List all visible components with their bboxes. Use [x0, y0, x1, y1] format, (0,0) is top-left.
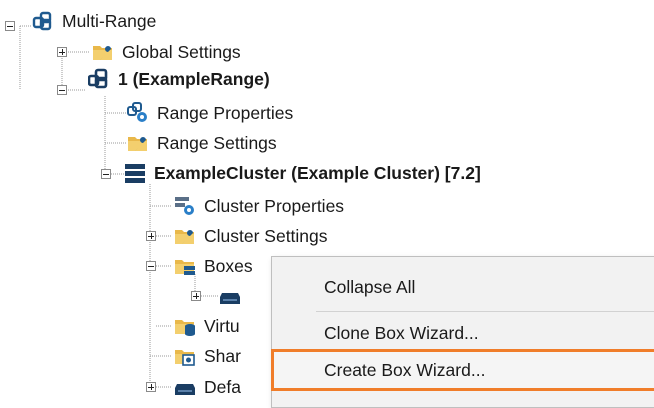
box-server-icon [175, 384, 195, 395]
expand-global-settings-button[interactable] [57, 47, 67, 57]
folder-wrench-icon [175, 230, 194, 244]
menu-item-label: Clone Box Wizard... [324, 323, 479, 343]
tree-node-cluster[interactable]: ExampleCluster (Example Cluster) [7.2] [124, 160, 481, 186]
tree-node-label: Virtu [204, 316, 240, 336]
multi-range-icon [32, 11, 52, 31]
tree-node-label: Cluster Settings [204, 226, 328, 246]
range-icon [88, 68, 108, 89]
folder-server-icon [175, 260, 195, 275]
tree-node-virtual[interactable]: Virtu [174, 313, 240, 339]
tree-node-cluster-settings[interactable]: Cluster Settings [174, 223, 328, 249]
folder-database-icon [175, 320, 195, 336]
tree-node-label: 1 (ExampleRange) [118, 69, 270, 89]
tree-node-label: Range Settings [157, 133, 277, 153]
collapse-range-button[interactable] [57, 85, 67, 95]
tree-node-shared[interactable]: Shar [174, 343, 241, 369]
expand-default-button[interactable] [146, 382, 156, 392]
menu-item-label: Collapse All [324, 277, 416, 297]
tree-node-label: ExampleCluster (Example Cluster) [7.2] [154, 163, 481, 183]
tree-node-boxes[interactable]: Boxes [174, 253, 253, 279]
tree-node-multi-range[interactable]: Multi-Range [32, 8, 156, 34]
expand-box-button[interactable] [191, 291, 201, 301]
server-stack-icon [125, 164, 145, 183]
collapse-cluster-button[interactable] [101, 169, 111, 179]
tree-node-cluster-properties[interactable]: Cluster Properties [174, 193, 344, 219]
tree-node-label: Shar [204, 346, 241, 366]
cluster-properties-icon [175, 197, 194, 215]
range-properties-icon [127, 102, 147, 122]
tree-node-label: Cluster Properties [204, 196, 345, 216]
tree-node-range-settings[interactable]: Range Settings [127, 130, 277, 156]
box-server-icon [220, 293, 240, 304]
menu-item-create-box-wizard[interactable]: Create Box Wizard... [271, 349, 654, 391]
tree-node-label: Defa [204, 377, 241, 397]
collapse-root-button[interactable] [5, 21, 15, 31]
folder-settings-icon [175, 350, 195, 366]
menu-item-collapse-all[interactable]: Collapse All [272, 267, 654, 307]
tree-node-label: Multi-Range [62, 11, 157, 31]
tree-node-range[interactable]: 1 (ExampleRange) [88, 66, 270, 92]
folder-wrench-icon [93, 46, 112, 60]
tree-node-global-settings[interactable]: Global Settings [92, 39, 241, 65]
tree-node-default[interactable]: Defa [174, 374, 241, 400]
tree-node-range-properties[interactable]: Range Properties [127, 100, 293, 126]
collapse-boxes-button[interactable] [146, 261, 156, 271]
menu-separator [316, 311, 654, 312]
menu-item-clone-box-wizard[interactable]: Clone Box Wizard... [272, 313, 654, 353]
tree-node-box[interactable] [219, 283, 249, 309]
menu-item-label: Create Box Wizard... [324, 360, 486, 380]
folder-wrench-icon [128, 137, 147, 151]
context-menu: Collapse All Clone Box Wizard... Create … [271, 256, 654, 408]
expand-cluster-settings-button[interactable] [146, 231, 156, 241]
tree-node-label: Boxes [204, 256, 253, 276]
tree-node-label: Global Settings [122, 42, 241, 62]
tree-node-label: Range Properties [157, 103, 294, 123]
